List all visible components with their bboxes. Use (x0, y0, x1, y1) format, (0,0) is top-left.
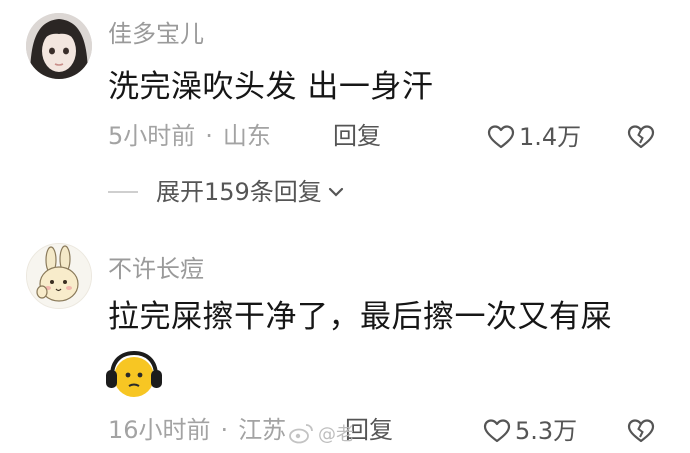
comment-text: 拉完屎擦干净了，最后擦一次又有屎 (108, 299, 612, 335)
headphone-face-emoji (104, 350, 164, 404)
dislike-button[interactable] (626, 418, 656, 448)
expand-replies-button[interactable]: 展开159条回复 (108, 180, 344, 204)
like-count: 1.4万 (519, 123, 582, 151)
comment-location: 江苏 (238, 416, 287, 444)
broken-heart-icon (627, 125, 655, 149)
thread-divider (108, 191, 138, 193)
like-button[interactable]: 5.3万 (483, 418, 577, 444)
dislike-button[interactable] (626, 124, 656, 154)
comment-meta: 16小时前 · 江苏 回复 (108, 416, 393, 444)
weibo-logo-icon (289, 424, 313, 444)
meta-separator: · (205, 122, 213, 150)
reply-button[interactable]: 回复 (333, 124, 381, 148)
user-avatar[interactable] (26, 13, 92, 79)
comment-time: 16小时前 (108, 416, 211, 444)
heart-outline-icon (487, 125, 515, 149)
like-count: 5.3万 (515, 417, 578, 445)
watermark: @老 (288, 420, 354, 446)
user-avatar[interactable] (26, 243, 92, 309)
meta-separator: · (220, 416, 229, 444)
comment-location: 山东 (222, 122, 271, 150)
comment-meta: 5小时前 · 山东 回复 (108, 122, 381, 150)
heart-outline-icon (483, 419, 511, 443)
comment-text: 洗完澡吹头发 出一身汗 (108, 69, 434, 105)
watermark-text: @老 (318, 424, 354, 445)
headphone-face-icon (106, 350, 162, 397)
comment-username[interactable]: 不许长痘 (108, 257, 204, 281)
comment-time: 5小时前 (108, 122, 196, 150)
like-button[interactable]: 1.4万 (487, 124, 581, 150)
rabbit-cartoon-icon (27, 244, 91, 308)
girl-portrait-icon (26, 13, 92, 79)
broken-heart-icon (627, 419, 655, 443)
chevron-down-icon (328, 187, 343, 197)
expand-replies-label: 展开159条回复 (156, 178, 322, 206)
comment-username[interactable]: 佳多宝儿 (108, 22, 204, 46)
comment-feed: 佳多宝儿 洗完澡吹头发 出一身汗 5小时前 · 山东 回复 1.4万 展开159条回… (0, 0, 690, 453)
